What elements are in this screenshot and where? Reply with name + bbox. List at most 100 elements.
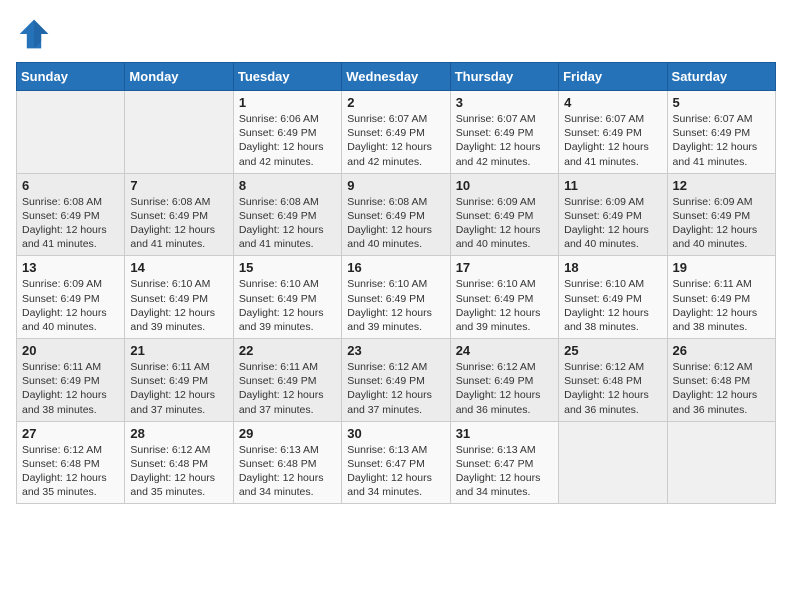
column-header-friday: Friday <box>559 63 667 91</box>
day-info: Sunrise: 6:12 AM Sunset: 6:48 PM Dayligh… <box>673 360 770 417</box>
day-info: Sunrise: 6:08 AM Sunset: 6:49 PM Dayligh… <box>130 195 227 252</box>
day-number: 27 <box>22 426 119 441</box>
day-info: Sunrise: 6:09 AM Sunset: 6:49 PM Dayligh… <box>673 195 770 252</box>
day-number: 10 <box>456 178 553 193</box>
column-header-tuesday: Tuesday <box>233 63 341 91</box>
calendar-cell: 29 Sunrise: 6:13 AM Sunset: 6:48 PM Dayli… <box>233 421 341 504</box>
calendar-cell: 25 Sunrise: 6:12 AM Sunset: 6:48 PM Dayli… <box>559 339 667 422</box>
day-number: 4 <box>564 95 661 110</box>
day-number: 15 <box>239 260 336 275</box>
day-number: 26 <box>673 343 770 358</box>
day-number: 2 <box>347 95 444 110</box>
calendar-cell: 28 Sunrise: 6:12 AM Sunset: 6:48 PM Dayli… <box>125 421 233 504</box>
day-info: Sunrise: 6:10 AM Sunset: 6:49 PM Dayligh… <box>564 277 661 334</box>
day-number: 25 <box>564 343 661 358</box>
calendar-cell: 1Sunrise: 6:06 AM Sunset: 6:49 PM Daylig… <box>233 91 341 174</box>
calendar-header-row: SundayMondayTuesdayWednesdayThursdayFrid… <box>17 63 776 91</box>
day-number: 17 <box>456 260 553 275</box>
day-info: Sunrise: 6:12 AM Sunset: 6:48 PM Dayligh… <box>130 443 227 500</box>
calendar-cell: 12 Sunrise: 6:09 AM Sunset: 6:49 PM Dayli… <box>667 173 775 256</box>
day-number: 11 <box>564 178 661 193</box>
column-header-monday: Monday <box>125 63 233 91</box>
day-number: 1 <box>239 95 336 110</box>
day-info: Sunrise: 6:10 AM Sunset: 6:49 PM Dayligh… <box>239 277 336 334</box>
calendar-cell: 26 Sunrise: 6:12 AM Sunset: 6:48 PM Dayli… <box>667 339 775 422</box>
calendar-cell: 9 Sunrise: 6:08 AM Sunset: 6:49 PM Daylig… <box>342 173 450 256</box>
day-number: 9 <box>347 178 444 193</box>
day-number: 14 <box>130 260 227 275</box>
calendar-week-row: 27 Sunrise: 6:12 AM Sunset: 6:48 PM Dayli… <box>17 421 776 504</box>
calendar-cell: 10 Sunrise: 6:09 AM Sunset: 6:49 PM Dayli… <box>450 173 558 256</box>
day-info: Sunrise: 6:08 AM Sunset: 6:49 PM Dayligh… <box>347 195 444 252</box>
logo-icon <box>16 16 52 52</box>
day-number: 12 <box>673 178 770 193</box>
day-number: 29 <box>239 426 336 441</box>
calendar-table: SundayMondayTuesdayWednesdayThursdayFrid… <box>16 62 776 504</box>
day-info: Sunrise: 6:07 AM Sunset: 6:49 PM Dayligh… <box>347 112 444 169</box>
day-number: 8 <box>239 178 336 193</box>
logo <box>16 16 56 52</box>
day-info: Sunrise: 6:10 AM Sunset: 6:49 PM Dayligh… <box>456 277 553 334</box>
calendar-cell: 24 Sunrise: 6:12 AM Sunset: 6:49 PM Dayli… <box>450 339 558 422</box>
day-info: Sunrise: 6:07 AM Sunset: 6:49 PM Dayligh… <box>673 112 770 169</box>
day-info: Sunrise: 6:11 AM Sunset: 6:49 PM Dayligh… <box>22 360 119 417</box>
calendar-body: 1Sunrise: 6:06 AM Sunset: 6:49 PM Daylig… <box>17 91 776 504</box>
day-info: Sunrise: 6:12 AM Sunset: 6:48 PM Dayligh… <box>22 443 119 500</box>
day-info: Sunrise: 6:12 AM Sunset: 6:49 PM Dayligh… <box>347 360 444 417</box>
calendar-cell <box>667 421 775 504</box>
calendar-cell <box>559 421 667 504</box>
calendar-cell: 16 Sunrise: 6:10 AM Sunset: 6:49 PM Dayli… <box>342 256 450 339</box>
calendar-cell <box>125 91 233 174</box>
day-number: 3 <box>456 95 553 110</box>
day-info: Sunrise: 6:12 AM Sunset: 6:48 PM Dayligh… <box>564 360 661 417</box>
day-info: Sunrise: 6:10 AM Sunset: 6:49 PM Dayligh… <box>347 277 444 334</box>
day-number: 22 <box>239 343 336 358</box>
day-number: 21 <box>130 343 227 358</box>
column-header-sunday: Sunday <box>17 63 125 91</box>
calendar-cell: 27 Sunrise: 6:12 AM Sunset: 6:48 PM Dayli… <box>17 421 125 504</box>
calendar-cell: 17 Sunrise: 6:10 AM Sunset: 6:49 PM Dayli… <box>450 256 558 339</box>
calendar-cell: 20 Sunrise: 6:11 AM Sunset: 6:49 PM Dayli… <box>17 339 125 422</box>
day-info: Sunrise: 6:11 AM Sunset: 6:49 PM Dayligh… <box>239 360 336 417</box>
calendar-cell: 4 Sunrise: 6:07 AM Sunset: 6:49 PM Daylig… <box>559 91 667 174</box>
day-info: Sunrise: 6:13 AM Sunset: 6:48 PM Dayligh… <box>239 443 336 500</box>
calendar-header: SundayMondayTuesdayWednesdayThursdayFrid… <box>17 63 776 91</box>
day-number: 28 <box>130 426 227 441</box>
day-number: 23 <box>347 343 444 358</box>
day-info: Sunrise: 6:07 AM Sunset: 6:49 PM Dayligh… <box>456 112 553 169</box>
calendar-cell: 11 Sunrise: 6:09 AM Sunset: 6:49 PM Dayli… <box>559 173 667 256</box>
column-header-wednesday: Wednesday <box>342 63 450 91</box>
day-info: Sunrise: 6:11 AM Sunset: 6:49 PM Dayligh… <box>130 360 227 417</box>
calendar-cell: 22 Sunrise: 6:11 AM Sunset: 6:49 PM Dayli… <box>233 339 341 422</box>
day-number: 30 <box>347 426 444 441</box>
day-number: 16 <box>347 260 444 275</box>
day-info: Sunrise: 6:13 AM Sunset: 6:47 PM Dayligh… <box>456 443 553 500</box>
calendar-cell: 15 Sunrise: 6:10 AM Sunset: 6:49 PM Dayli… <box>233 256 341 339</box>
day-info: Sunrise: 6:11 AM Sunset: 6:49 PM Dayligh… <box>673 277 770 334</box>
day-number: 18 <box>564 260 661 275</box>
day-number: 24 <box>456 343 553 358</box>
calendar-cell: 21 Sunrise: 6:11 AM Sunset: 6:49 PM Dayli… <box>125 339 233 422</box>
day-number: 13 <box>22 260 119 275</box>
calendar-cell: 7 Sunrise: 6:08 AM Sunset: 6:49 PM Daylig… <box>125 173 233 256</box>
day-info: Sunrise: 6:09 AM Sunset: 6:49 PM Dayligh… <box>564 195 661 252</box>
day-info: Sunrise: 6:09 AM Sunset: 6:49 PM Dayligh… <box>22 277 119 334</box>
calendar-cell: 8 Sunrise: 6:08 AM Sunset: 6:49 PM Daylig… <box>233 173 341 256</box>
day-number: 5 <box>673 95 770 110</box>
day-info: Sunrise: 6:08 AM Sunset: 6:49 PM Dayligh… <box>239 195 336 252</box>
calendar-cell: 18 Sunrise: 6:10 AM Sunset: 6:49 PM Dayli… <box>559 256 667 339</box>
calendar-week-row: 6Sunrise: 6:08 AM Sunset: 6:49 PM Daylig… <box>17 173 776 256</box>
column-header-saturday: Saturday <box>667 63 775 91</box>
calendar-week-row: 13 Sunrise: 6:09 AM Sunset: 6:49 PM Dayli… <box>17 256 776 339</box>
calendar-cell: 2 Sunrise: 6:07 AM Sunset: 6:49 PM Daylig… <box>342 91 450 174</box>
day-number: 7 <box>130 178 227 193</box>
calendar-cell: 30Sunrise: 6:13 AM Sunset: 6:47 PM Dayli… <box>342 421 450 504</box>
day-number: 20 <box>22 343 119 358</box>
day-info: Sunrise: 6:07 AM Sunset: 6:49 PM Dayligh… <box>564 112 661 169</box>
calendar-cell: 3 Sunrise: 6:07 AM Sunset: 6:49 PM Daylig… <box>450 91 558 174</box>
day-number: 31 <box>456 426 553 441</box>
day-info: Sunrise: 6:12 AM Sunset: 6:49 PM Dayligh… <box>456 360 553 417</box>
calendar-cell: 31 Sunrise: 6:13 AM Sunset: 6:47 PM Dayli… <box>450 421 558 504</box>
day-info: Sunrise: 6:09 AM Sunset: 6:49 PM Dayligh… <box>456 195 553 252</box>
calendar-cell: 14Sunrise: 6:10 AM Sunset: 6:49 PM Dayli… <box>125 256 233 339</box>
